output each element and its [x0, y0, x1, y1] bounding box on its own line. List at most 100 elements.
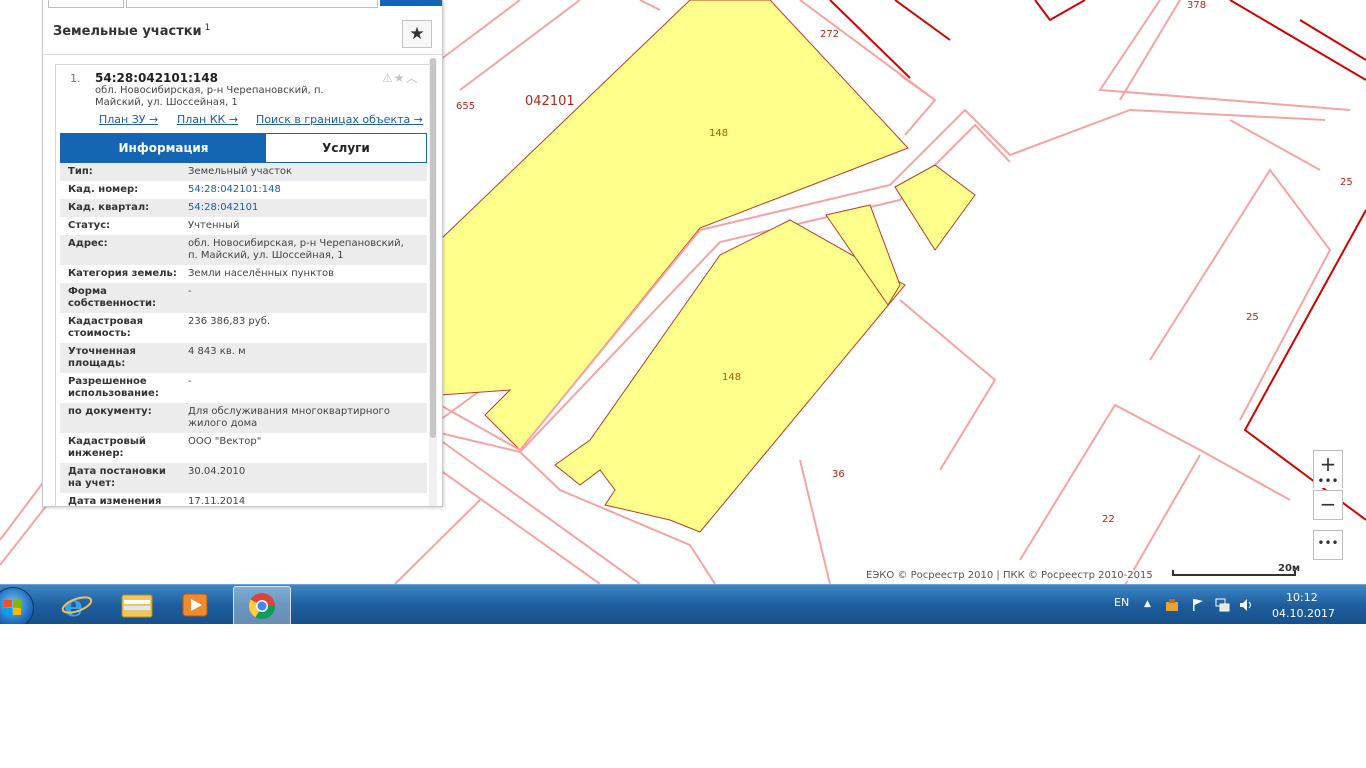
info-row: Статус: Учтенный	[60, 217, 427, 235]
info-label: Адрес:	[68, 238, 108, 249]
volume-icon[interactable]	[1238, 597, 1254, 616]
svg-text:e: e	[64, 589, 83, 624]
quarter-label: 042101	[525, 94, 575, 109]
zoom-out-button[interactable]: −	[1313, 490, 1343, 520]
info-value: обл. Новосибирская, р-н Черепановский, п…	[188, 238, 404, 261]
info-value: ООО "Вектор"	[188, 436, 262, 447]
result-number: 1.	[70, 72, 81, 85]
clock-date[interactable]: 04.10.2017	[1272, 607, 1335, 620]
map-label-655: 655	[456, 101, 476, 112]
info-value: 17.11.2014	[188, 496, 246, 507]
scale-bar: 20м	[1172, 563, 1300, 577]
screen: 042101 655 272 148 148 36 25 25 22 378 +…	[0, 0, 1366, 624]
search-button[interactable]	[380, 0, 442, 6]
info-value-link[interactable]: 54:28:042101	[188, 202, 408, 214]
result-action-icons[interactable]: ⚠★︿	[382, 69, 419, 86]
search-input[interactable]	[126, 0, 378, 8]
info-value: Учтенный	[188, 220, 240, 231]
info-row: по документу: Для обслуживания многокварт…	[60, 403, 427, 433]
scale-line	[1172, 574, 1296, 576]
windows-flag-icon	[4, 600, 21, 615]
result-card: 1. 54:28:042101:148 ⚠★︿ обл. Новосибирск…	[55, 64, 434, 507]
info-label: Тип:	[68, 166, 93, 177]
info-label: Статус:	[68, 220, 111, 231]
info-label: Разрешенное использование:	[68, 376, 159, 399]
info-row: Кад. квартал: 54:28:042101	[60, 199, 427, 217]
info-row: Адрес: обл. Новосибирская, р-н Черепановс…	[60, 235, 427, 265]
info-label: Категория земель:	[68, 268, 177, 279]
info-label: Дата постановки на учет:	[68, 466, 166, 489]
media-player-icon	[182, 593, 208, 617]
info-value: 4 843 кв. м	[188, 346, 246, 357]
panel-header: Земельные участки 1 ★	[43, 14, 442, 55]
panel-scrollbar[interactable]	[429, 58, 437, 506]
taskbar-media-player[interactable]	[167, 586, 223, 624]
internet-explorer-icon: e	[61, 589, 93, 624]
start-button[interactable]	[0, 586, 36, 624]
network-icon[interactable]	[1214, 597, 1230, 616]
info-row: Дата постановки на учет: 30.04.2010	[60, 463, 427, 493]
map-attribution: ЕЭКО © Росреестр 2010 | ПКК © Росреестр …	[866, 570, 1153, 581]
info-value: Земельный участок	[188, 166, 293, 177]
info-row: Кадастровый инженер: ООО "Вектор"	[60, 433, 427, 463]
info-label: Дата изменения	[68, 496, 162, 507]
map-label-148-lower: 148	[722, 372, 742, 383]
panel-title-text: Земельные участки	[53, 24, 202, 39]
info-label: Кадастровый инженер:	[68, 436, 146, 459]
favorites-button[interactable]: ★	[402, 20, 432, 48]
map-label-148-upper: 148	[709, 128, 729, 139]
more-tools-button[interactable]: •••	[1313, 530, 1343, 560]
scale-label: 20м	[1278, 563, 1301, 574]
network-shape	[1215, 598, 1230, 612]
zoom-slider-handle[interactable]: •••	[1313, 475, 1343, 488]
info-label: Форма собственности:	[68, 286, 157, 309]
info-label: Кад. номер:	[68, 184, 139, 195]
info-row: Уточненная площадь: 4 843 кв. м	[60, 343, 427, 373]
show-hidden-icons-icon[interactable]: ▲	[1144, 599, 1151, 609]
search-type-select[interactable]	[48, 0, 124, 8]
info-value-link[interactable]: 54:28:042101:148	[188, 184, 408, 196]
results-panel: Земельные участки 1 ★ 1. 54:28:042101:148…	[42, 0, 443, 507]
speaker-shape	[1240, 599, 1251, 611]
info-label: Кадастровая стоимость:	[68, 316, 143, 339]
windows-logo-icon	[0, 587, 34, 624]
taskbar: e EN ▲ 10:12 04.10.2017	[0, 584, 1366, 624]
info-value: 30.04.2010	[188, 466, 246, 477]
info-value: Для обслуживания многоквартирного жилого…	[188, 406, 390, 429]
flag-shape	[1193, 599, 1203, 611]
result-cad-number[interactable]: 54:28:042101:148	[95, 71, 218, 85]
map-label-378: 378	[1187, 0, 1207, 11]
taskbar-internet-explorer[interactable]: e	[49, 586, 105, 624]
map-label-22: 22	[1102, 514, 1115, 525]
language-indicator[interactable]: EN	[1114, 596, 1129, 609]
action-center-flag-icon[interactable]	[1190, 597, 1206, 616]
star-icon: ★	[409, 24, 425, 44]
clock-time[interactable]: 10:12	[1286, 591, 1318, 604]
plan-zu-link[interactable]: План ЗУ →	[99, 113, 158, 126]
info-row: Кад. номер: 54:28:042101:148	[60, 181, 427, 199]
tab-services[interactable]: Услуги	[266, 134, 426, 162]
search-in-bounds-link[interactable]: Поиск в границах объекта →	[256, 113, 423, 126]
info-row: Тип: Земельный участок	[60, 163, 427, 181]
info-value: Земли населённых пунктов	[188, 268, 334, 279]
tray-app-shape	[1166, 599, 1178, 611]
taskbar-file-explorer[interactable]	[108, 586, 164, 624]
info-row: Дата изменения 17.11.2014	[60, 493, 427, 507]
result-tabs: Информация Услуги	[60, 133, 427, 163]
info-label: Уточненная площадь:	[68, 346, 136, 369]
map-label-36: 36	[832, 469, 845, 480]
info-label: по документу:	[68, 406, 152, 417]
info-label: Кад. квартал:	[68, 202, 150, 213]
info-value: -	[188, 376, 192, 387]
search-bar	[48, 0, 442, 8]
tab-information[interactable]: Информация	[61, 134, 266, 162]
tray-app-icon[interactable]	[1164, 597, 1180, 616]
scrollbar-thumb[interactable]	[430, 58, 436, 438]
map-label-25: 25	[1246, 312, 1259, 323]
panel-title: Земельные участки 1	[53, 23, 210, 39]
plan-kk-link[interactable]: План КК →	[177, 113, 238, 126]
file-explorer-icon	[121, 594, 153, 618]
info-row: Форма собственности: -	[60, 283, 427, 313]
info-row: Категория земель: Земли населённых пункто…	[60, 265, 427, 283]
taskbar-chrome[interactable]	[233, 586, 291, 624]
